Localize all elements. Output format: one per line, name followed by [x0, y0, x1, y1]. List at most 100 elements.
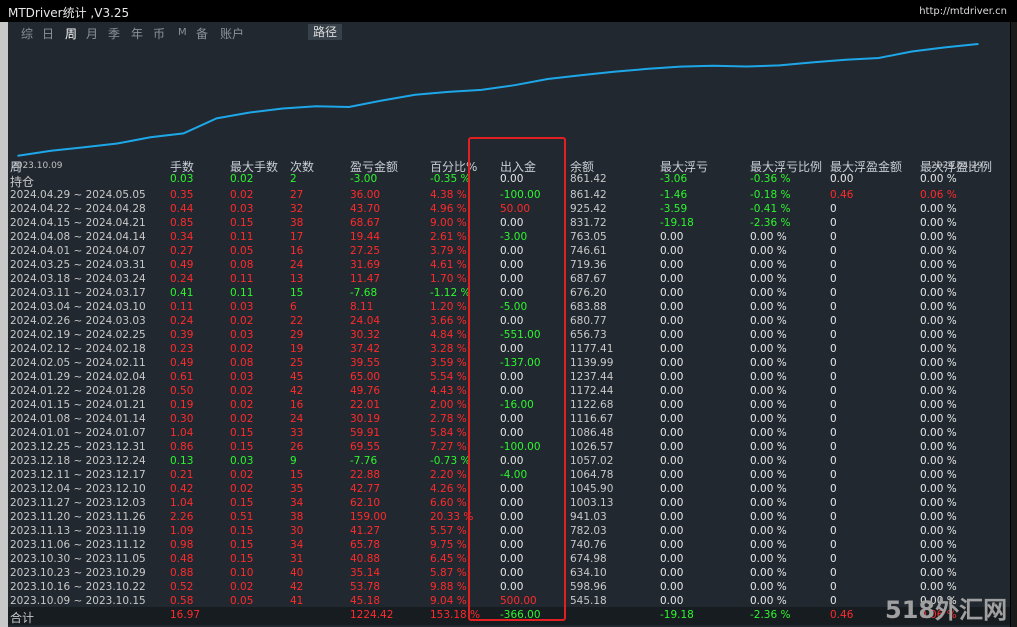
equity-point-4 — [149, 136, 152, 139]
table-cell: 0 — [830, 483, 837, 495]
table-cell: 2024.02.12 ~ 2024.02.18 — [10, 343, 146, 355]
table-cell: 0.41 — [170, 287, 194, 299]
table-cell: 0.19 — [170, 399, 194, 411]
tab-6[interactable]: 币 — [153, 25, 165, 42]
equity-point-9 — [315, 105, 317, 108]
table-cell: 0.06 % — [920, 189, 957, 201]
table-cell: 0 — [830, 399, 837, 411]
table-cell: 656.73 — [570, 329, 607, 341]
table-cell: 6.60 % — [430, 497, 467, 509]
tab-4[interactable]: 季 — [108, 25, 120, 42]
table-cell: 0.00 % — [750, 455, 787, 467]
table-cell: 3.59 % — [430, 357, 467, 369]
table-cell: 40 — [290, 567, 304, 579]
table-cell: 0.11 — [170, 301, 194, 313]
window-title: MTDriver统计 ,V3.25 — [8, 6, 130, 20]
holding-cell: 0.00 % — [920, 173, 957, 185]
table-cell: 159.00 — [350, 511, 387, 523]
table-cell: 42 — [290, 581, 304, 593]
total-cell-lots: 16.97 — [170, 609, 201, 621]
table-cell: 15 — [290, 469, 304, 481]
table-cell: 53.78 — [350, 581, 381, 593]
table-cell: 0.00 — [660, 231, 684, 243]
table-cell: 0.48 — [170, 553, 194, 565]
tab-8[interactable]: 备 — [196, 25, 208, 42]
table-cell: 65.78 — [350, 539, 381, 551]
table-cell: 0.00 — [660, 315, 684, 327]
table-cell: 1116.67 — [570, 413, 614, 425]
table-cell: 2023.10.09 ~ 2023.10.15 — [10, 595, 146, 607]
table-cell: 0 — [830, 539, 837, 551]
table-cell: 0.15 — [230, 497, 254, 509]
table-cell: -1.12 % — [430, 287, 471, 299]
equity-point-5 — [182, 132, 185, 135]
table-cell: 9.00 % — [430, 217, 467, 229]
table-cell: 7.27 % — [430, 441, 467, 453]
equity-point-22 — [745, 65, 748, 68]
table-cell: 69.55 — [350, 441, 381, 453]
equity-point-26 — [877, 57, 880, 59]
table-cell: 0 — [830, 413, 837, 425]
table-cell: 0.00 % — [750, 581, 787, 593]
equity-point-18 — [613, 70, 615, 73]
table-cell: 0.00 % — [750, 483, 787, 495]
left-edge-strip — [0, 22, 8, 627]
table-cell: 68.67 — [350, 217, 381, 229]
table-cell: 0.00 % — [750, 385, 787, 397]
table-cell: 41.27 — [350, 525, 381, 537]
equity-point-13 — [447, 91, 450, 93]
table-cell: -3.59 — [660, 203, 688, 215]
table-cell: 0.00 — [660, 497, 684, 509]
table-cell: 0.00 % — [750, 301, 787, 313]
equity-point-29 — [977, 43, 979, 45]
table-cell: 0.00 % — [920, 525, 957, 537]
table-cell: 0.13 — [170, 455, 194, 467]
equity-point-27 — [910, 50, 913, 53]
table-cell: 0.00 % — [750, 567, 787, 579]
table-cell: 0.00 % — [750, 511, 787, 523]
tab-3[interactable]: 月 — [86, 25, 98, 42]
table-cell: 0.52 — [170, 581, 194, 593]
equity-point-24 — [811, 61, 814, 64]
table-cell: 2023.12.04 ~ 2023.12.10 — [10, 483, 146, 495]
equity-point-23 — [778, 64, 781, 67]
table-cell: 0.00 — [660, 385, 684, 397]
tab-0[interactable]: 综 — [21, 25, 33, 42]
table-cell: 2023.10.23 ~ 2023.10.29 — [10, 567, 146, 579]
table-cell: 0 — [830, 371, 837, 383]
table-cell: 0.00 — [660, 581, 684, 593]
table-cell: 2024.04.15 ~ 2024.04.21 — [10, 217, 146, 229]
table-cell: 29 — [290, 329, 304, 341]
table-cell: 0.00 % — [920, 329, 957, 341]
tab-2[interactable]: 周 — [65, 25, 77, 42]
table-cell: 11.47 — [350, 273, 381, 285]
equity-point-2 — [83, 146, 86, 149]
tab-5[interactable]: 年 — [131, 25, 143, 42]
table-cell: 0.02 — [230, 413, 254, 425]
table-cell: 0.51 — [230, 511, 254, 523]
table-cell: 33 — [290, 427, 304, 439]
table-cell: 0.50 — [170, 385, 194, 397]
tab-10[interactable]: 路径 — [308, 24, 343, 40]
table-cell: 0.00 % — [750, 427, 787, 439]
table-cell: 0 — [830, 525, 837, 537]
table-cell: 36.00 — [350, 189, 381, 201]
table-cell: 0.00 — [660, 273, 684, 285]
table-cell: 0 — [830, 581, 837, 593]
table-cell: 0.15 — [230, 427, 254, 439]
table-cell: 45 — [290, 371, 304, 383]
website-link[interactable]: http://mtdriver.cn — [919, 6, 1007, 17]
tab-9[interactable]: 账户 — [220, 25, 244, 42]
table-cell: 0.00 % — [920, 231, 957, 243]
total-cell-label: 合计 — [10, 611, 35, 625]
table-cell: 1086.48 — [570, 427, 614, 439]
tab-1[interactable]: 日 — [42, 25, 54, 42]
tab-7[interactable]: M — [178, 27, 187, 38]
table-cell: 20.33 % — [430, 511, 474, 523]
table-cell: 0.34 — [170, 231, 194, 243]
table-cell: 831.72 — [570, 217, 607, 229]
table-cell: 0.00 — [660, 511, 684, 523]
table-cell: 35.14 — [350, 567, 381, 579]
table-cell: 0 — [830, 217, 837, 229]
table-cell: 0.02 — [230, 385, 254, 397]
